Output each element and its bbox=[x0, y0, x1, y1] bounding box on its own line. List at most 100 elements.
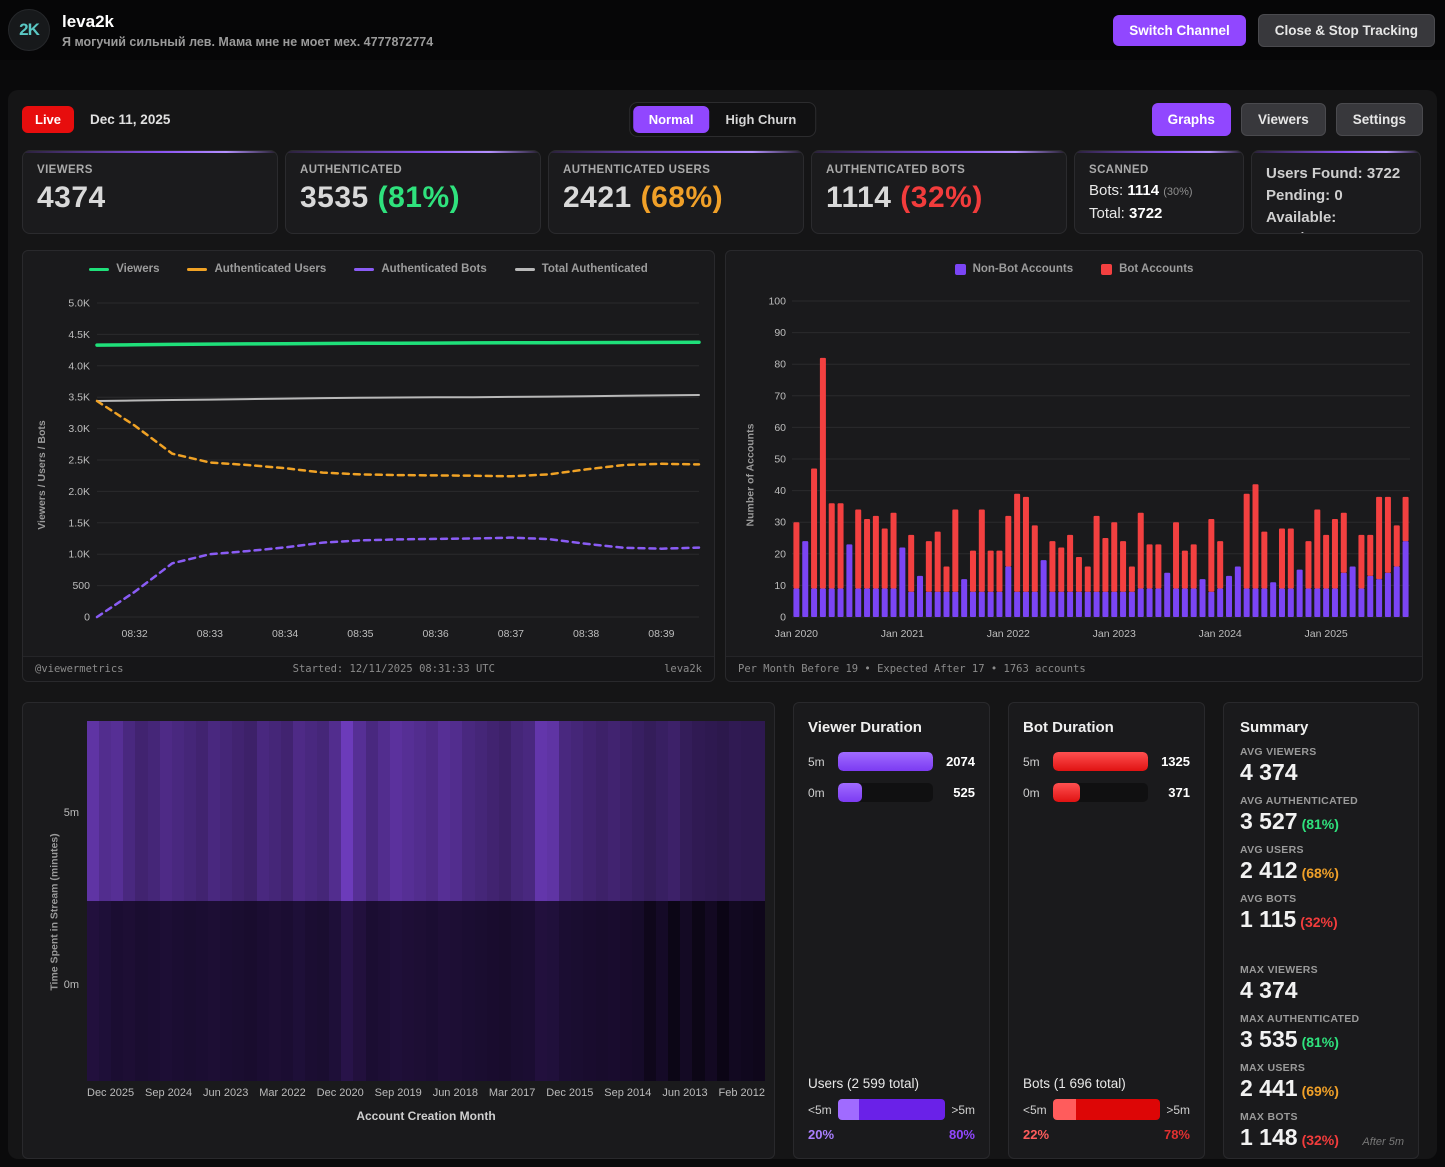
card-value: 1114 (32%) bbox=[826, 181, 1052, 215]
card-number: 1114 bbox=[826, 181, 892, 214]
svg-text:50: 50 bbox=[774, 454, 786, 466]
svg-text:5.0K: 5.0K bbox=[68, 298, 90, 310]
svg-text:20: 20 bbox=[774, 548, 786, 560]
card-percent: (32%) bbox=[900, 181, 983, 214]
card-authenticated-users: AUTHENTICATED USERS 2421 (68%) bbox=[548, 150, 804, 234]
footer-channel: leva2k bbox=[664, 663, 702, 675]
summary-max-viewers: MAX VIEWERS 4 374 bbox=[1240, 964, 1318, 1003]
switch-channel-button[interactable]: Switch Channel bbox=[1113, 14, 1246, 46]
card-viewers: VIEWERS 4374 bbox=[22, 150, 278, 234]
legend-swatch bbox=[89, 267, 110, 271]
footer-started: Started: 12/11/2025 08:31:33 UTC bbox=[292, 663, 495, 675]
heatmap-grid bbox=[87, 721, 766, 1081]
svg-text:Jan 2022: Jan 2022 bbox=[987, 628, 1030, 640]
duration-row-0m: 0m 371 bbox=[1023, 783, 1190, 802]
svg-text:2.0K: 2.0K bbox=[68, 486, 90, 498]
svg-text:500: 500 bbox=[72, 580, 90, 592]
charts-row: Viewers Authenticated Users Authenticated … bbox=[22, 250, 1423, 682]
svg-text:90: 90 bbox=[774, 327, 786, 339]
svg-text:0: 0 bbox=[780, 612, 786, 624]
close-stop-tracking-button[interactable]: Close & Stop Tracking bbox=[1257, 13, 1435, 47]
legend-swatch bbox=[1101, 263, 1113, 275]
users-found-line: Users Found: 3722 bbox=[1266, 165, 1401, 182]
tab-viewers[interactable]: Viewers bbox=[1240, 102, 1326, 136]
scanned-bots-line: Bots: 1114 (30%) bbox=[1089, 182, 1193, 199]
heatmap-x-labels: Dec 2025 Sep 2024 Jun 2023 Mar 2022 Dec 2020… bbox=[87, 1087, 765, 1099]
legend-item: Authenticated Bots bbox=[354, 263, 487, 275]
bots-distribution-bar bbox=[1052, 1099, 1161, 1120]
card-value: 4374 bbox=[37, 181, 106, 214]
svg-text:60: 60 bbox=[774, 422, 786, 434]
tab-graphs[interactable]: Graphs bbox=[1151, 102, 1231, 136]
svg-text:Jan 2023: Jan 2023 bbox=[1093, 628, 1136, 640]
legend-item: Non-Bot Accounts bbox=[954, 263, 1073, 275]
summary-note: After 5m bbox=[1362, 1136, 1404, 1148]
svg-text:Jan 2024: Jan 2024 bbox=[1199, 628, 1242, 640]
svg-text:3.0K: 3.0K bbox=[68, 423, 90, 435]
bottom-row: Time Spent in Stream (minutes) 5m 0m Dec… bbox=[22, 702, 1423, 1159]
svg-text:Jan 2020: Jan 2020 bbox=[775, 628, 818, 640]
svg-text:0: 0 bbox=[84, 612, 90, 624]
svg-text:Jan 2025: Jan 2025 bbox=[1305, 628, 1348, 640]
legend-swatch bbox=[514, 267, 535, 271]
svg-text:100: 100 bbox=[768, 296, 786, 308]
summary-avg-authenticated: AVG AUTHENTICATED 3 527 (81%) bbox=[1240, 795, 1359, 834]
legend-swatch bbox=[354, 267, 375, 271]
svg-text:1.0K: 1.0K bbox=[68, 549, 90, 561]
bar-footer-text: Per Month Before 19 • Expected After 17 … bbox=[738, 663, 1086, 675]
summary-max-users: MAX USERS 2 441 (69%) bbox=[1240, 1062, 1339, 1101]
svg-text:08:38: 08:38 bbox=[573, 628, 599, 640]
legend-item: Authenticated Users bbox=[187, 263, 326, 275]
summary-title: Summary bbox=[1240, 719, 1309, 736]
card-number: 3535 bbox=[300, 181, 369, 214]
summary-avg-users: AVG USERS 2 412 (68%) bbox=[1240, 844, 1339, 883]
tab-settings[interactable]: Settings bbox=[1335, 102, 1423, 136]
stat-cards-row: VIEWERS 4374 AUTHENTICATED 3535 (81%) AU… bbox=[22, 150, 1423, 234]
mode-high-churn-option[interactable]: High Churn bbox=[710, 106, 813, 133]
line-chart-footer: @viewermetrics Started: 12/11/2025 08:31… bbox=[23, 656, 714, 681]
mode-toggle: Normal High Churn bbox=[628, 101, 817, 137]
duration-row-5m: 5m 1325 bbox=[1023, 752, 1190, 771]
heatmap-x-axis-title: Account Creation Month bbox=[356, 1109, 496, 1123]
card-number: 2421 bbox=[563, 181, 632, 214]
app-header: 2K leva2k Я могучий сильный лев. Мама мн… bbox=[0, 0, 1445, 60]
svg-text:70: 70 bbox=[774, 390, 786, 402]
svg-text:4.5K: 4.5K bbox=[68, 329, 90, 341]
card-percent: (81%) bbox=[377, 181, 461, 214]
svg-text:08:36: 08:36 bbox=[422, 628, 448, 640]
legend-item: Bot Accounts bbox=[1101, 263, 1193, 275]
summary-avg-bots: AVG BOTS 1 115 (32%) bbox=[1240, 893, 1338, 932]
card-quota: Users Found: 3722 Pending: 0 Available: … bbox=[1251, 150, 1421, 234]
svg-text:3.5K: 3.5K bbox=[68, 392, 90, 404]
legend-swatch bbox=[954, 263, 966, 275]
legend-item: Total Authenticated bbox=[514, 263, 648, 275]
heatmap-panel: Time Spent in Stream (minutes) 5m 0m Dec… bbox=[22, 702, 775, 1159]
dashboard-panel: Live Dec 11, 2025 Normal High Churn Grap… bbox=[8, 90, 1437, 1159]
channel-avatar: 2K bbox=[8, 9, 50, 51]
card-scanned: SCANNED Bots: 1114 (30%) Total: 3722 bbox=[1074, 150, 1244, 234]
mode-normal-option[interactable]: Normal bbox=[632, 105, 710, 133]
stream-date: Dec 11, 2025 bbox=[90, 111, 171, 127]
available-line: Available: 4621/5000 bbox=[1266, 208, 1337, 234]
svg-text:08:39: 08:39 bbox=[648, 628, 674, 640]
svg-text:40: 40 bbox=[774, 485, 786, 497]
card-value: 3535 (81%) bbox=[300, 181, 526, 215]
card-value: 2421 (68%) bbox=[563, 181, 789, 215]
viewer-line-chart-panel: Viewers Authenticated Users Authenticated … bbox=[22, 250, 715, 682]
footer-watermark: @viewermetrics bbox=[35, 663, 124, 675]
svg-text:1.5K: 1.5K bbox=[68, 517, 90, 529]
account-bar-chart-panel: Non-Bot Accounts Bot Accounts Number of A… bbox=[725, 250, 1423, 682]
bot-duration-title: Bot Duration bbox=[1023, 719, 1114, 736]
duration-row-0m: 0m 525 bbox=[808, 783, 975, 802]
heatmap-y-ticks: 5m 0m bbox=[63, 807, 79, 991]
viewer-line-chart: 0 500 1.0K 1.5K 2.0K 2.5K 3.0K 3.5K 4.0K 4.5K 5.0K… bbox=[68, 298, 701, 640]
bots-distribution: Bots (1 696 total) <5m >5m 22% 78% bbox=[1023, 1076, 1190, 1142]
summary-max-authenticated: MAX AUTHENTICATED 3 535 (81%) bbox=[1240, 1013, 1360, 1052]
svg-text:30: 30 bbox=[774, 517, 786, 529]
channel-subtitle: Я могучий сильный лев. Мама мне не моет … bbox=[62, 34, 434, 49]
card-label: AUTHENTICATED USERS bbox=[563, 164, 711, 176]
bar-chart-footer: Per Month Before 19 • Expected After 17 … bbox=[726, 656, 1422, 681]
channel-title: leva2k bbox=[62, 11, 114, 31]
svg-text:08:35: 08:35 bbox=[347, 628, 373, 640]
svg-text:08:34: 08:34 bbox=[272, 628, 298, 640]
